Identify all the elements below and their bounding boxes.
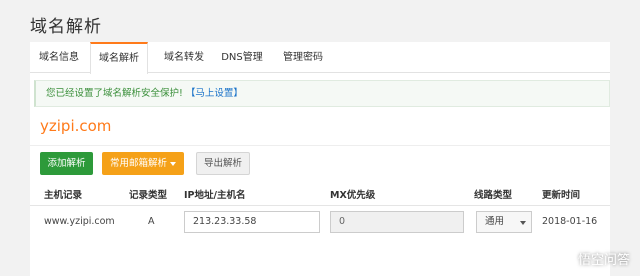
tab-bar: 域名信息 域名解析 域名转发 DNS管理 管理密码 (30, 42, 610, 74)
security-alert: 您已经设置了域名解析安全保护! 【马上设置】 (34, 80, 610, 107)
tab-domain-resolution[interactable]: 域名解析 (90, 42, 148, 74)
col-header-mx: MX优先级 (330, 190, 376, 201)
col-header-host: 主机记录 (44, 190, 83, 201)
mail-records-dropdown-button[interactable]: 常用邮箱解析 (102, 152, 184, 175)
export-records-button[interactable]: 导出解析 (196, 152, 250, 175)
tab-domain-info[interactable]: 域名信息 (30, 42, 88, 73)
line-type-select[interactable]: 通用 (476, 211, 532, 233)
col-header-type: 记录类型 (129, 190, 168, 201)
setup-now-link[interactable]: 【马上设置】 (186, 88, 243, 99)
col-header-updated: 更新时间 (542, 190, 581, 201)
watermark: 悟空问答 (558, 249, 630, 268)
mail-records-label: 常用邮箱解析 (109, 158, 167, 169)
header-divider (30, 205, 610, 206)
domain-panel: 域名信息 域名解析 域名转发 DNS管理 管理密码 您已经设置了域名解析安全保护… (30, 42, 610, 276)
record-type: A (148, 216, 155, 227)
col-header-line: 线路类型 (474, 190, 513, 201)
tab-manage-password[interactable]: 管理密码 (276, 42, 330, 73)
domain-name: yzipi.com (40, 117, 112, 135)
ip-address-input[interactable]: 213.23.33.58 (184, 211, 320, 233)
mx-priority-input[interactable]: 0 (330, 211, 464, 233)
alert-text: 您已经设置了域名解析安全保护! (46, 88, 186, 99)
col-header-ip: IP地址/主机名 (184, 190, 246, 201)
page-title: 域名解析 (30, 17, 102, 37)
caret-down-icon (170, 161, 176, 166)
watermark-text: 悟空问答 (577, 253, 630, 268)
line-type-value: 通用 (485, 216, 505, 227)
tab-domain-forwarding[interactable]: 域名转发 (154, 42, 214, 73)
divider (30, 145, 610, 146)
updated-time: 2018-01-16 (542, 216, 598, 227)
host-record: www.yzipi.com (44, 216, 115, 227)
speech-bubble-icon (558, 251, 574, 266)
tab-dns-management[interactable]: DNS管理 (216, 42, 268, 73)
select-arrow-icon (520, 221, 526, 225)
add-record-button[interactable]: 添加解析 (40, 152, 93, 175)
